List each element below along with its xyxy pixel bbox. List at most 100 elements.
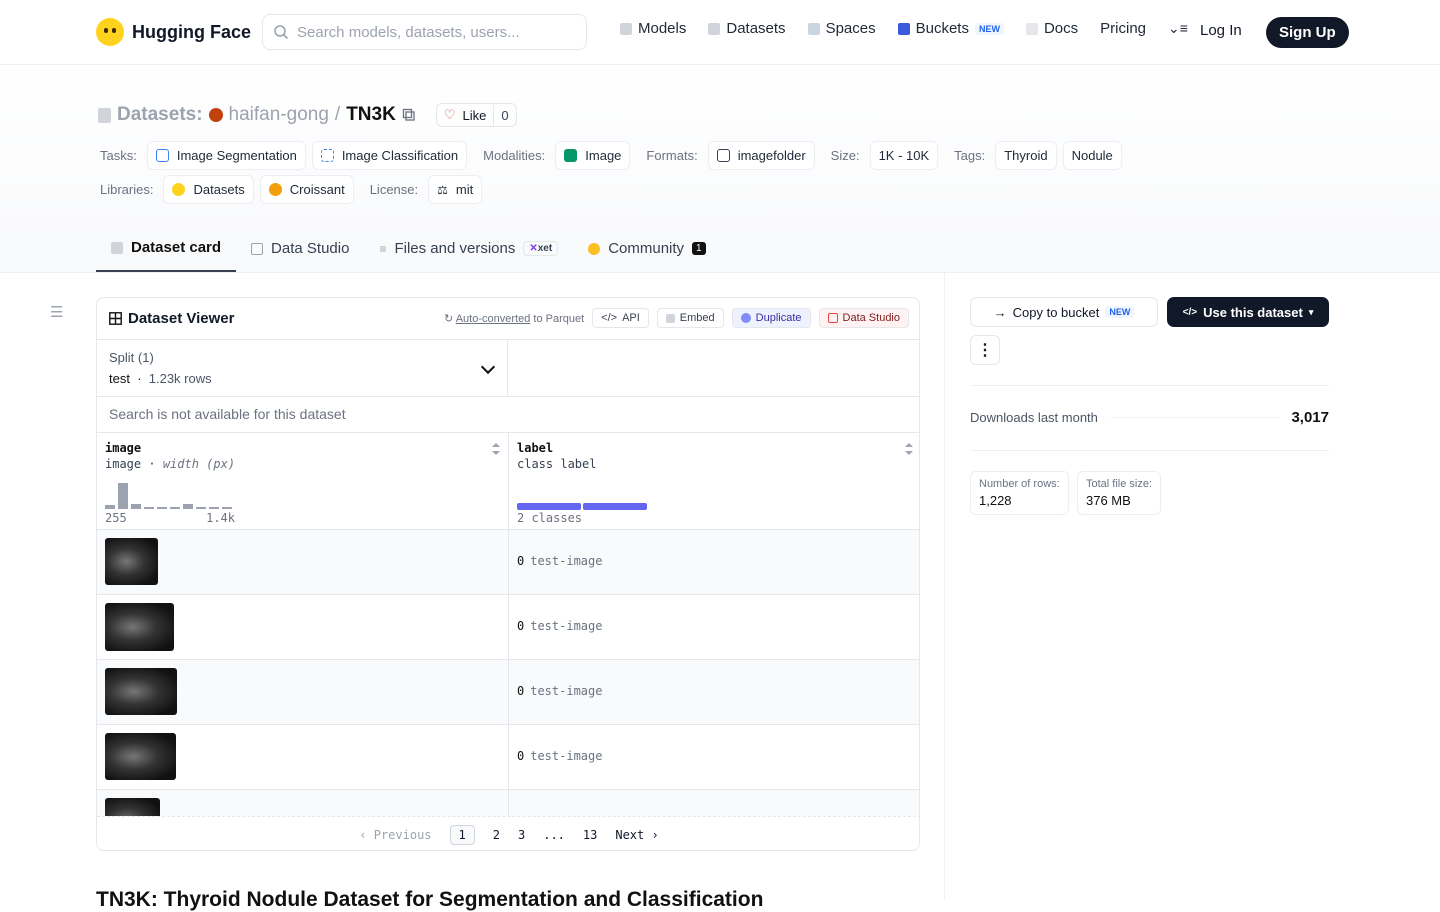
page-13-button[interactable]: 13	[583, 828, 597, 842]
tags-label: Tags:	[954, 148, 986, 163]
histogram-bar[interactable]	[131, 504, 141, 509]
api-button[interactable]: </> API	[592, 308, 649, 328]
toc-menu-icon[interactable]: ☰	[50, 303, 63, 321]
column-header-label[interactable]: label class label 2 classes	[509, 433, 919, 530]
row-label: 0 test-image	[517, 554, 602, 568]
split-rows: 1.23k rows	[148, 371, 212, 386]
nav-models[interactable]: Models	[620, 20, 686, 37]
brand-name: Hugging Face	[132, 21, 252, 42]
tab-label: Community	[608, 240, 685, 257]
more-options-button[interactable]: ⋮	[970, 335, 1000, 365]
viewer-title: Dataset Viewer	[128, 310, 235, 327]
ultrasound-thumbnail[interactable]	[105, 668, 177, 715]
signup-button[interactable]: Sign Up	[1266, 17, 1349, 48]
sort-icon[interactable]	[905, 443, 913, 455]
license-tag-label: mit	[455, 182, 474, 197]
auto-converted-note: ↻ Auto-converted to Parquet	[444, 312, 584, 325]
search-input[interactable]	[297, 23, 577, 41]
nav-buckets[interactable]: Buckets NEW	[897, 20, 1004, 37]
page-3-button[interactable]: 3	[518, 828, 525, 842]
column-divider	[508, 530, 509, 594]
table-row[interactable]: 0 test-image	[97, 595, 919, 660]
more-menu-icon[interactable]: ⌄≡	[1168, 20, 1188, 37]
tab-files[interactable]: ≡ Files and versions ✕xet	[364, 225, 573, 272]
task-tag-segmentation[interactable]: Image Segmentation	[146, 141, 306, 170]
histogram-bar[interactable]	[222, 507, 232, 509]
histogram-bar[interactable]	[118, 483, 128, 509]
ultrasound-thumbnail[interactable]	[105, 538, 158, 585]
brand-logo[interactable]: Hugging Face	[96, 18, 251, 46]
tag-nodule[interactable]: Nodule	[1062, 141, 1122, 170]
license-tag[interactable]: ⚖ mit	[428, 175, 483, 204]
histogram-bar[interactable]	[157, 507, 167, 509]
ultrasound-thumbnail[interactable]	[105, 603, 174, 651]
nav-spaces[interactable]: Spaces	[807, 20, 876, 37]
page-1-button[interactable]: 1	[449, 824, 475, 845]
histogram-min: 255	[105, 511, 127, 525]
like-button[interactable]: ♡ Like 0	[435, 103, 517, 127]
row-label: 0 test-image	[517, 684, 602, 698]
size-tag[interactable]: 1K - 10K	[869, 141, 939, 170]
class-bar-segment[interactable]	[583, 503, 647, 510]
nav-docs[interactable]: Docs	[1025, 20, 1079, 37]
tab-data-studio[interactable]: Data Studio	[236, 225, 364, 272]
use-label: Use this dataset	[1203, 304, 1303, 320]
table-row[interactable]: 0 test-image	[97, 530, 919, 595]
rows-value: 1,228	[979, 493, 1012, 508]
table-row[interactable]: 0 test-image	[97, 725, 919, 790]
histogram-bar[interactable]	[196, 507, 206, 509]
format-tag[interactable]: imagefolder	[707, 141, 815, 170]
next-page-button[interactable]: Next ›	[615, 828, 658, 842]
table-icon	[251, 242, 264, 255]
histogram-bar[interactable]	[170, 507, 180, 509]
file-size-value: 376 MB	[1086, 493, 1131, 508]
nav-datasets[interactable]: Datasets	[708, 20, 786, 37]
duplicate-label: Duplicate	[755, 312, 802, 324]
column-divider	[508, 595, 509, 659]
label-id: 0	[517, 684, 525, 698]
previous-page-button[interactable]: ‹ Previous	[359, 828, 431, 842]
histogram-bar[interactable]	[209, 507, 219, 509]
tab-dataset-card[interactable]: Dataset card	[96, 225, 237, 272]
nav-pricing[interactable]: Pricing	[1100, 20, 1146, 37]
split-select[interactable]: Split (1) test · 1.23k rows	[97, 340, 508, 397]
tag-thyroid[interactable]: Thyroid	[995, 141, 1057, 170]
owner-link[interactable]: haifan-gong	[229, 104, 329, 126]
files-icon: ≡	[379, 241, 387, 256]
label-name: test-image	[530, 684, 603, 698]
column-header-image[interactable]: image image · width (px) 255 1.4k	[97, 433, 509, 530]
task-tag-classification[interactable]: Image Classification	[311, 141, 468, 170]
formats-label: Formats:	[646, 148, 698, 163]
page-2-button[interactable]: 2	[493, 828, 500, 842]
sort-icon[interactable]	[492, 443, 500, 455]
histogram-range: 255 1.4k	[105, 511, 235, 525]
copy-icon[interactable]	[402, 108, 416, 122]
duplicate-button[interactable]: Duplicate	[731, 308, 811, 328]
modality-tag[interactable]: Image	[555, 141, 631, 170]
data-studio-button[interactable]: Data Studio	[818, 308, 909, 328]
tab-label: Files and versions	[394, 240, 516, 257]
format-tag-label: imagefolder	[737, 148, 806, 163]
auto-converted-link[interactable]: Auto-converted	[456, 313, 531, 325]
histogram-max: 1.4k	[206, 511, 235, 525]
row-label: 0 test-image	[517, 619, 602, 633]
search-box[interactable]	[262, 14, 587, 50]
class-bar-segment[interactable]	[517, 503, 581, 510]
library-tag-datasets[interactable]: Datasets	[163, 175, 254, 204]
embed-button[interactable]: Embed	[656, 308, 724, 328]
tab-community[interactable]: Community 1	[573, 225, 720, 272]
dataset-viewer: Dataset Viewer ↻ Auto-converted to Parqu…	[96, 297, 920, 851]
histogram-bar[interactable]	[105, 505, 115, 509]
library-tag-croissant[interactable]: Croissant	[259, 175, 354, 204]
size-stat: Total file size: 376 MB	[1077, 471, 1162, 515]
histogram-bar[interactable]	[144, 507, 154, 509]
dataset-name[interactable]: TN3K	[346, 104, 396, 126]
table-row[interactable]: 0 test-image	[97, 660, 919, 725]
row-label: 0 test-image	[517, 749, 602, 763]
ultrasound-thumbnail[interactable]	[105, 733, 176, 780]
copy-to-bucket-button[interactable]: → Copy to bucket NEW	[970, 297, 1158, 327]
nav-docs-label: Docs	[1043, 20, 1079, 37]
histogram-bar[interactable]	[183, 504, 193, 509]
login-link[interactable]: Log In	[1200, 22, 1242, 39]
use-dataset-button[interactable]: </> Use this dataset ▾	[1167, 297, 1329, 327]
